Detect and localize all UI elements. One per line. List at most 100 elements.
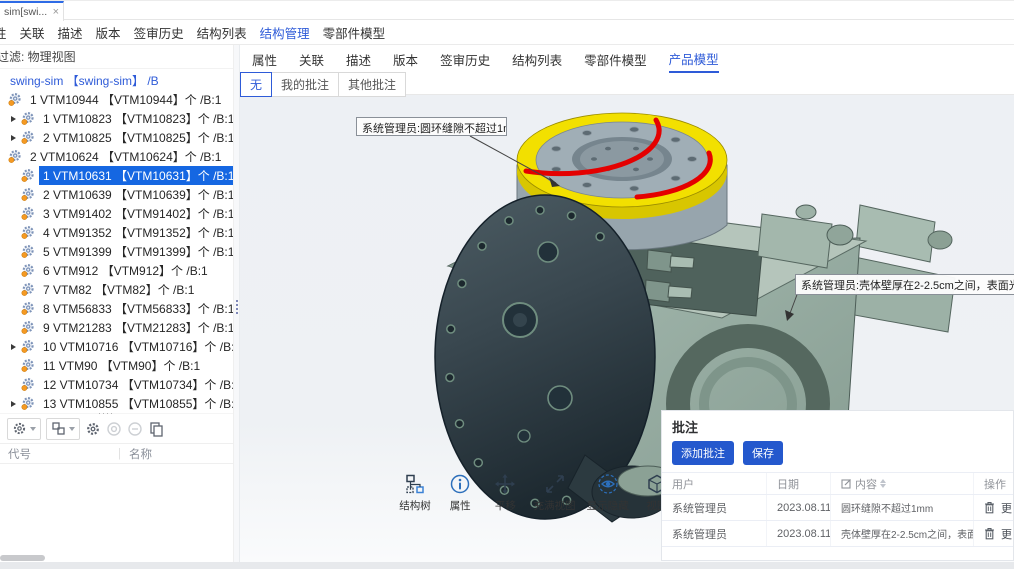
tree-item[interactable]: 8 VTM56833 【VTM56833】个 /B:1: [0, 299, 233, 318]
settings-gear-button[interactable]: [85, 418, 101, 440]
tree-item[interactable]: 1 VTM10944 【VTM10944】个 /B:1: [0, 90, 233, 109]
save-annotation-button[interactable]: 保存: [743, 441, 783, 465]
expand-arrow-icon[interactable]: [8, 132, 19, 143]
more-action[interactable]: 更: [1001, 526, 1012, 542]
part-icon: [20, 225, 35, 240]
tab-product-model[interactable]: 产品模型: [669, 49, 719, 73]
tab-title: sim[swi...: [4, 6, 51, 18]
fit-view-button[interactable]: 充满视图: [534, 473, 576, 513]
tree-item[interactable]: 12 VTM10734 【VTM10734】个 /B:1: [0, 375, 233, 394]
add-annotation-button[interactable]: 添加批注: [672, 441, 734, 465]
pan-button[interactable]: 平移: [488, 473, 522, 513]
chevron-down-icon: [30, 427, 36, 431]
eye-icon: [597, 473, 619, 495]
tree-toolbar: ····: [0, 413, 233, 443]
structure-tree-button[interactable]: 结构树: [398, 473, 432, 513]
tab-part-model[interactable]: 零部件模型: [584, 50, 647, 72]
menu-item-sign-history[interactable]: 签审历史: [134, 23, 184, 42]
tree-item-label: 1 VTM10631 【VTM10631】个 /B:1: [39, 166, 233, 185]
close-icon[interactable]: ×: [53, 6, 59, 18]
menu-item-cut[interactable]: 性: [0, 23, 7, 42]
disabled-action-button-2: [127, 418, 143, 440]
annotation-callout-1[interactable]: 系统管理员:圆环缝隙不超过1mm: [356, 117, 507, 136]
header-user: 用户: [662, 473, 767, 494]
tree-item[interactable]: 7 VTM82 【VTM82】个 /B:1: [0, 280, 233, 299]
tree-item-label: 12 VTM10734 【VTM10734】个 /B:1: [39, 375, 233, 394]
column-code[interactable]: 代号: [0, 446, 118, 462]
document-tab[interactable]: sim[swi... ×: [0, 1, 64, 21]
copy-button[interactable]: [148, 418, 164, 440]
tab-version[interactable]: 版本: [393, 50, 418, 72]
annotation-callout-2[interactable]: 系统管理员:壳体壁厚在2-2.5cm之间，表面光滑无磨损: [795, 274, 1014, 295]
tab-relation[interactable]: 关联: [299, 50, 324, 72]
tree-item-list: 1 VTM10944 【VTM10944】个 /B:1 1 VTM10823 【…: [0, 90, 233, 413]
splitter-grip[interactable]: [236, 300, 238, 316]
sort-icon[interactable]: [880, 479, 886, 488]
annotation-row[interactable]: 系统管理员 2023.08.11 壳体壁厚在2-2.5cm之间，表面光滑无磨损 …: [662, 521, 1013, 547]
part-icon: [20, 168, 35, 183]
tree-item[interactable]: 2 VTM10825 【VTM10825】个 /B:1: [0, 128, 233, 147]
tree-item[interactable]: 13 VTM10855 【VTM10855】个 /B:1: [0, 394, 233, 413]
part-icon: [20, 111, 35, 126]
tree-item[interactable]: 2 VTM10624 【VTM10624】个 /B:1: [0, 147, 233, 166]
tree-item[interactable]: 2 VTM10639 【VTM10639】个 /B:1: [0, 185, 233, 204]
tree-item-label: 2 VTM10825 【VTM10825】个 /B:1: [39, 128, 233, 147]
tree-item[interactable]: 3 VTM91402 【VTM91402】个 /B:1: [0, 204, 233, 223]
tree-item[interactable]: 9 VTM21283 【VTM21283】个 /B:1: [0, 318, 233, 337]
tab-structure-list[interactable]: 结构列表: [512, 50, 562, 72]
part-icon: [20, 263, 35, 278]
part-icon: [20, 320, 35, 335]
info-icon: [449, 473, 471, 495]
part-icon: [20, 244, 35, 259]
annotation-user: 系统管理员: [662, 521, 767, 546]
tree-item[interactable]: 1 VTM10823 【VTM10823】个 /B:1: [0, 109, 233, 128]
annotation-row[interactable]: 系统管理员 2023.08.11 圆环缝隙不超过1mm 更: [662, 495, 1013, 521]
menu-item-part-model[interactable]: 零部件模型: [323, 23, 386, 42]
component-menu-button[interactable]: [7, 418, 41, 440]
horizontal-scrollbar[interactable]: [0, 555, 45, 561]
menu-item-structure-list[interactable]: 结构列表: [197, 23, 247, 42]
detail-tabs: 属性 关联 描述 版本 签审历史 结构列表 零部件模型 产品模型: [240, 45, 1014, 71]
menu-item-description[interactable]: 描述: [58, 23, 83, 42]
show-hide-button[interactable]: 显示隐藏: [587, 473, 629, 513]
tree-item[interactable]: 1 VTM10631 【VTM10631】个 /B:1: [0, 166, 233, 185]
view-menu-button[interactable]: [46, 418, 80, 440]
bottom-strip: [0, 562, 1014, 569]
annotation-operations: 更: [974, 495, 1013, 520]
delete-icon[interactable]: [984, 501, 995, 514]
part-icon: [20, 187, 35, 202]
properties-button[interactable]: 属性: [443, 473, 477, 513]
tree-item[interactable]: 11 VTM90 【VTM90】个 /B:1: [0, 356, 233, 375]
tree-item-label: 4 VTM91352 【VTM91352】个 /B:1: [39, 223, 233, 242]
expand-arrow-icon[interactable]: [8, 341, 19, 352]
tree-root[interactable]: swing-sim 【swing-sim】 /B: [0, 71, 233, 90]
header-date: 日期: [767, 473, 831, 494]
tree-item-label: 11 VTM90 【VTM90】个 /B:1: [39, 356, 204, 375]
tree-item[interactable]: 4 VTM91352 【VTM91352】个 /B:1: [0, 223, 233, 242]
tab-description[interactable]: 描述: [346, 50, 371, 72]
tree-item-label: 5 VTM91399 【VTM91399】个 /B:1: [39, 242, 233, 261]
subtab-my-annotations[interactable]: 我的批注: [271, 72, 339, 97]
tree-item-label: 1 VTM10944 【VTM10944】个 /B:1: [26, 90, 225, 109]
more-action[interactable]: 更: [1001, 500, 1012, 516]
menu-item-relation[interactable]: 关联: [20, 23, 45, 42]
tab-properties[interactable]: 属性: [252, 50, 277, 72]
header-content[interactable]: 内容: [831, 473, 974, 494]
tree-item[interactable]: 5 VTM91399 【VTM91399】个 /B:1: [0, 242, 233, 261]
tree-item[interactable]: 10 VTM10716 【VTM10716】个 /B:1: [0, 337, 233, 356]
drag-dots: ····: [98, 408, 114, 418]
tree-item-label: 2 VTM10624 【VTM10624】个 /B:1: [26, 147, 225, 166]
expand-arrow-icon[interactable]: [8, 398, 19, 409]
part-icon: [7, 92, 22, 107]
tree-item[interactable]: 6 VTM912 【VTM912】个 /B:1: [0, 261, 233, 280]
tree-item-label: 2 VTM10639 【VTM10639】个 /B:1: [39, 185, 233, 204]
subtab-other-annotations[interactable]: 其他批注: [338, 72, 406, 97]
delete-icon[interactable]: [984, 527, 995, 540]
column-name[interactable]: 名称: [121, 446, 152, 462]
subtab-none[interactable]: 无: [240, 72, 272, 97]
panel-splitter[interactable]: [233, 45, 240, 562]
menu-item-version[interactable]: 版本: [96, 23, 121, 42]
expand-arrow-icon[interactable]: [8, 113, 19, 124]
tab-sign-history[interactable]: 签审历史: [440, 50, 490, 72]
menu-item-structure-manage[interactable]: 结构管理: [260, 23, 310, 42]
